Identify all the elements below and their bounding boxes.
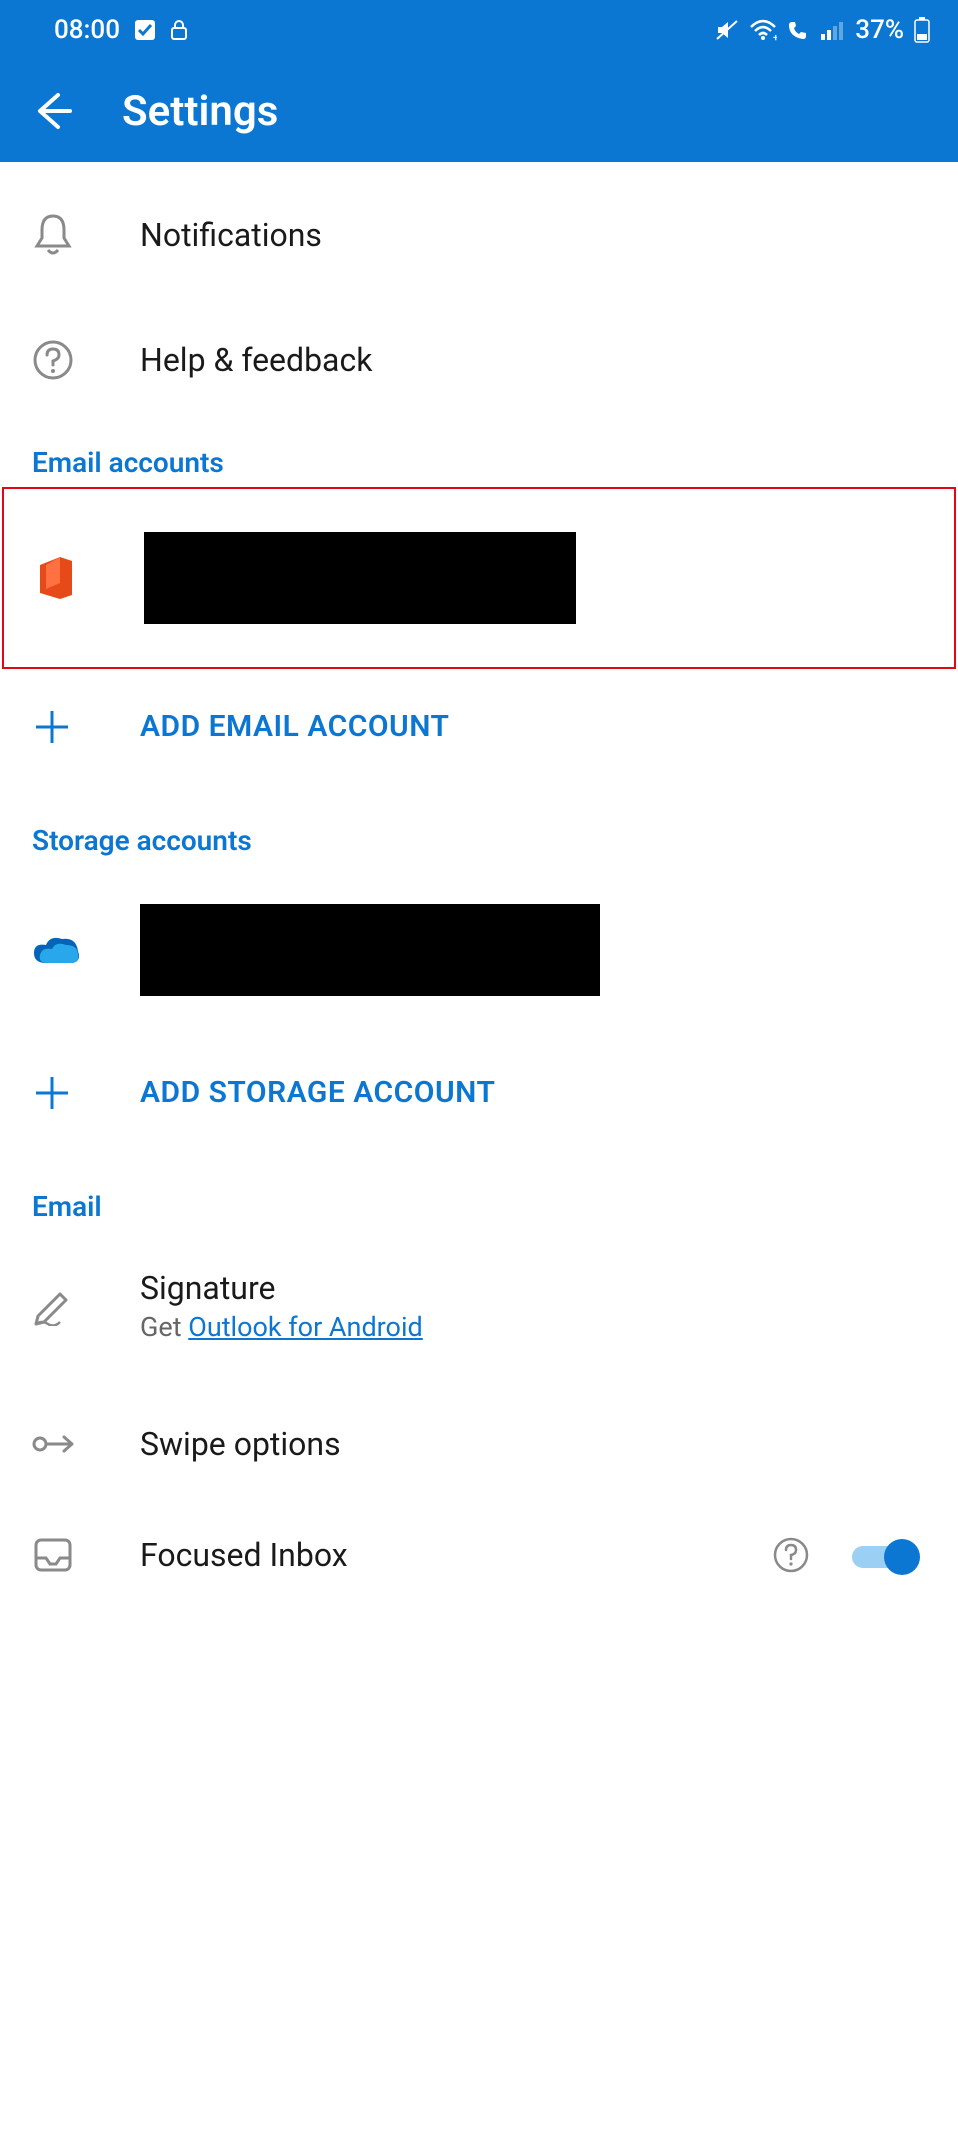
signature-row[interactable]: Signature Get Outlook for Android [0,1231,958,1381]
add-email-row[interactable]: ADD EMAIL ACCOUNT [0,669,958,784]
plus-icon [32,1073,72,1113]
focused-toggle[interactable] [850,1536,926,1576]
wifi-icon: + [749,19,777,41]
signature-sub: Get Outlook for Android [140,1311,926,1343]
svg-text:+: + [773,33,777,41]
inbox-icon [32,1536,74,1574]
back-icon[interactable] [30,89,74,133]
help-icon[interactable] [772,1536,810,1574]
add-email-label: ADD EMAIL ACCOUNT [140,709,926,744]
focused-row[interactable]: Focused Inbox [0,1506,958,1596]
outlook-android-link[interactable]: Outlook for Android [188,1311,423,1343]
add-storage-row[interactable]: ADD STORAGE ACCOUNT [0,1035,958,1150]
redacted-storage [140,904,600,996]
status-time: 08:00 [54,15,120,45]
storage-account-row[interactable] [0,865,958,1035]
signal-icon [821,20,845,40]
redacted-email [144,532,576,624]
mute-icon [715,19,739,41]
app-bar: Settings [0,60,958,162]
call-icon [787,19,811,41]
status-left: 08:00 [54,15,188,45]
status-right: + 37% [715,15,930,45]
onedrive-icon [32,933,82,967]
battery-percent: 37% [855,15,904,45]
status-bar: 08:00 + 37% [0,0,958,60]
notifications-label: Notifications [140,216,926,254]
battery-icon [914,17,930,43]
swipe-label: Swipe options [140,1425,926,1463]
bell-icon [32,212,74,258]
section-email-accounts: Email accounts [0,422,958,487]
lock-icon [170,19,188,41]
office-icon [36,555,76,601]
help-row[interactable]: Help & feedback [0,297,958,422]
checkbox-icon [134,19,156,41]
page-title: Settings [122,87,278,136]
focused-label: Focused Inbox [140,1536,772,1574]
signature-label: Signature [140,1269,926,1307]
section-storage-accounts: Storage accounts [0,784,958,865]
signature-sub-prefix: Get [140,1311,188,1343]
section-email: Email [0,1150,958,1231]
settings-content: Notifications Help & feedback Email acco… [0,162,958,1596]
signature-icon [32,1286,76,1326]
email-account-row[interactable] [4,489,954,667]
add-storage-label: ADD STORAGE ACCOUNT [140,1075,926,1110]
help-label: Help & feedback [140,341,926,379]
swipe-icon [32,1430,78,1458]
notifications-row[interactable]: Notifications [0,172,958,297]
swipe-row[interactable]: Swipe options [0,1381,958,1506]
help-icon [32,339,74,381]
plus-icon [32,707,72,747]
highlighted-account [2,487,956,669]
